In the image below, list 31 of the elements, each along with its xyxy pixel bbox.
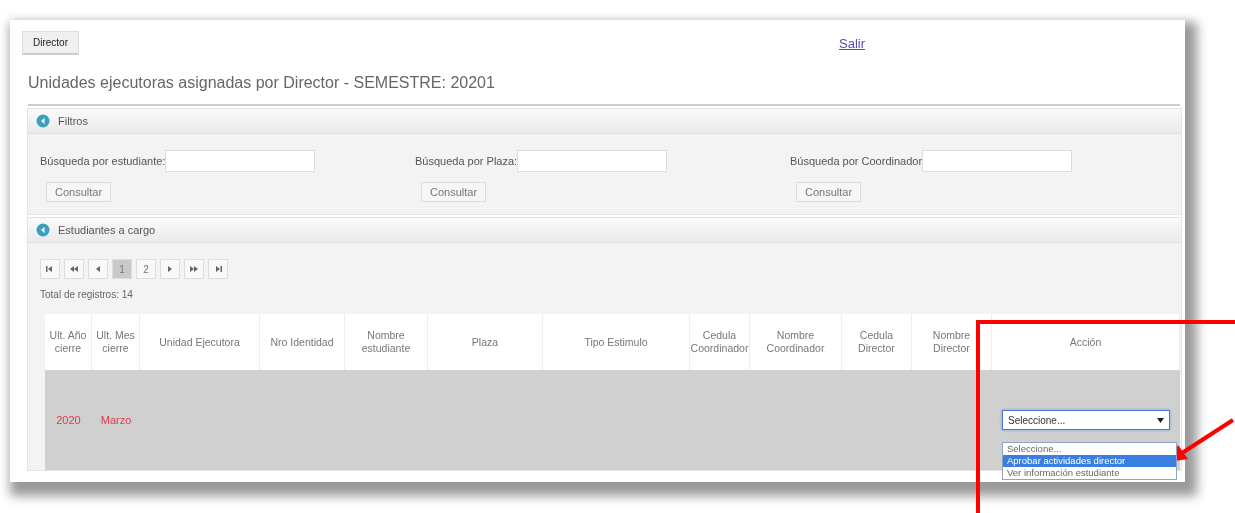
double-right-icon <box>189 264 199 274</box>
page-title: Unidades ejecutoras asignadas por Director - SEMESTRE: 20201 <box>28 74 1180 106</box>
field-label: Búsqueda por estudiante: <box>40 155 166 167</box>
search-field[interactable] <box>922 150 1073 172</box>
double-left-icon <box>69 264 79 274</box>
field-label: Búsqueda por Coordinador <box>790 155 923 167</box>
logout-link[interactable]: Salir <box>839 35 866 51</box>
consult-button[interactable]: Consultar <box>421 182 487 202</box>
last-page-icon <box>213 264 223 274</box>
action-select[interactable]: Seleccione... <box>1002 410 1170 430</box>
pager-nav-button[interactable] <box>160 259 180 279</box>
pager-nav-button[interactable] <box>208 259 228 279</box>
field-label: Búsqueda por Plaza: <box>415 155 518 167</box>
consult-button[interactable]: Consultar <box>46 182 112 202</box>
table-cell-text: Marzo <box>99 413 133 428</box>
pager-nav-button[interactable] <box>64 259 84 279</box>
first-page-icon <box>45 264 55 274</box>
search-field[interactable] <box>517 150 668 172</box>
dropdown-option[interactable]: Aprobar actividades director <box>1003 455 1176 467</box>
page-button[interactable]: 2 <box>136 259 156 279</box>
total-records: Total de registros: 14 <box>39 288 134 302</box>
pager-nav-button[interactable] <box>184 259 204 279</box>
pager-nav-button[interactable] <box>88 259 108 279</box>
director-tab[interactable]: Director <box>22 31 79 55</box>
pager-nav-button[interactable] <box>40 259 60 279</box>
caret-icon <box>1157 417 1164 423</box>
panel-title: Filtros <box>58 115 88 127</box>
table-cell-text: 2020 <box>55 413 82 428</box>
search-field[interactable] <box>165 150 316 172</box>
consult-button[interactable]: Consultar <box>796 182 862 202</box>
panel-title: Estudiantes a cargo <box>58 224 156 236</box>
